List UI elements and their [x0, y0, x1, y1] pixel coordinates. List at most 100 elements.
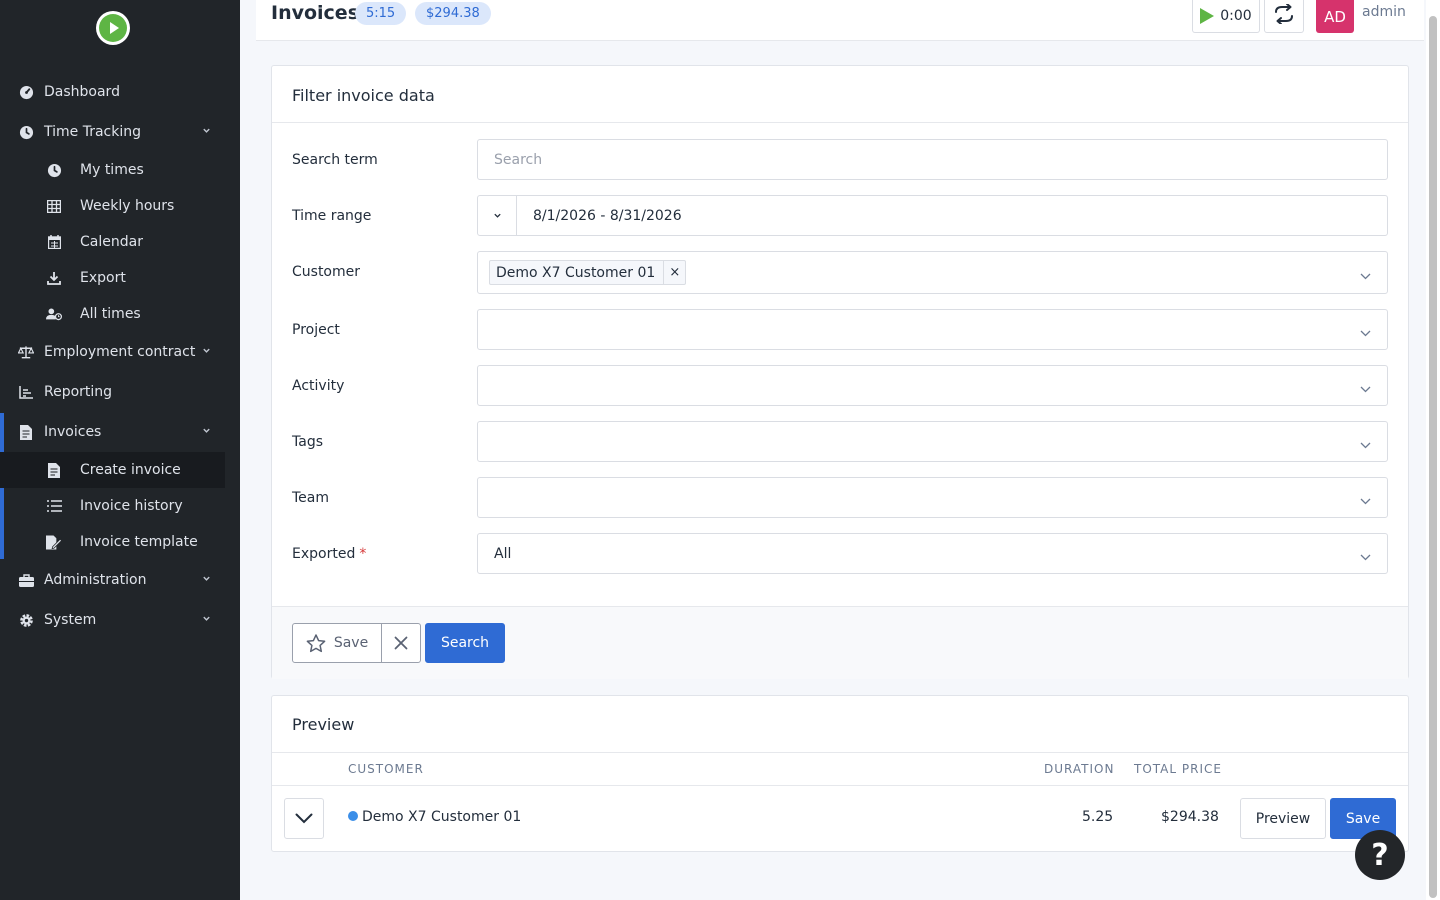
- sidebar-item-administration[interactable]: Administration: [0, 562, 225, 598]
- price-badge: $294.38: [415, 2, 491, 25]
- chevron-down-icon: [1360, 381, 1371, 392]
- sidebar-item-export[interactable]: Export: [0, 260, 225, 296]
- username[interactable]: admin: [1362, 4, 1406, 20]
- activity-label: Activity: [292, 378, 345, 394]
- sidebar-item-dashboard[interactable]: Dashboard: [0, 74, 225, 110]
- table-icon: [46, 198, 62, 214]
- chevron-down-icon: [202, 426, 211, 438]
- sidebar-item-invoice-history[interactable]: Invoice history: [0, 488, 225, 524]
- project-label: Project: [292, 322, 340, 338]
- sync-button[interactable]: [1264, 0, 1304, 33]
- chevron-down-icon: [202, 574, 211, 586]
- expand-row-button[interactable]: [284, 798, 324, 839]
- sidebar-item-calendar[interactable]: Calendar: [0, 224, 225, 260]
- sidebar: Dashboard Time Tracking My times Weekly …: [0, 0, 240, 900]
- preview-card-title: Preview: [292, 715, 355, 734]
- chevron-down-icon: [493, 208, 502, 224]
- download-icon: [46, 270, 62, 286]
- sidebar-item-system[interactable]: System: [0, 602, 225, 638]
- required-marker: *: [359, 546, 367, 562]
- chevron-down-icon: [295, 813, 313, 824]
- divider: [272, 785, 1408, 786]
- time-range-input[interactable]: 8/1/2026 - 8/31/2026: [533, 208, 682, 224]
- tags-label: Tags: [292, 434, 323, 450]
- search-input[interactable]: [478, 140, 1387, 179]
- file-icon: [46, 462, 62, 478]
- chevron-down-icon: [1360, 493, 1371, 504]
- customer-label: Customer: [292, 264, 361, 280]
- time-range-toggle[interactable]: [478, 196, 517, 235]
- scale-icon: [18, 344, 34, 360]
- chevron-down-icon: [202, 126, 211, 138]
- chevron-down-icon: [1360, 437, 1371, 448]
- chevron-down-icon: [1360, 325, 1371, 336]
- column-header-total-price: TOTAL PRICE: [1134, 762, 1222, 776]
- save-filter-button[interactable]: Save: [292, 623, 382, 663]
- customer-tag: Demo X7 Customer 01 ×: [489, 260, 687, 285]
- preview-button[interactable]: Preview: [1240, 798, 1326, 839]
- sidebar-item-invoice-template[interactable]: Invoice template: [0, 524, 225, 560]
- sidebar-item-employment-contract[interactable]: Employment contract: [0, 334, 225, 370]
- chevron-down-icon: [1360, 268, 1371, 279]
- column-header-duration: DURATION: [1044, 762, 1115, 776]
- avatar[interactable]: AD: [1316, 0, 1354, 33]
- activity-select[interactable]: [477, 365, 1388, 406]
- toolbox-icon: [18, 572, 34, 588]
- filter-card: Filter invoice data Search term Time ran…: [271, 65, 1409, 679]
- list-icon: [46, 498, 62, 514]
- file-edit-icon: [46, 534, 62, 550]
- search-field: [477, 139, 1388, 180]
- play-icon: [1200, 8, 1215, 24]
- sidebar-item-invoices[interactable]: Invoices: [0, 414, 225, 450]
- dashboard-icon: [18, 84, 34, 100]
- clock-icon: [46, 162, 62, 178]
- total-price-cell: $294.38: [1161, 809, 1219, 825]
- customer-cell: Demo X7 Customer 01: [348, 809, 521, 825]
- reset-filter-button[interactable]: [381, 623, 421, 663]
- gear-icon: [18, 612, 34, 628]
- duration-cell: 5.25: [1082, 809, 1114, 825]
- tags-select[interactable]: [477, 421, 1388, 462]
- exported-select[interactable]: All: [477, 533, 1388, 574]
- chevron-down-icon: [1360, 549, 1371, 560]
- time-range-label: Time range: [292, 208, 372, 224]
- preview-card: Preview CUSTOMER DURATION TOTAL PRICE De…: [271, 695, 1409, 852]
- sidebar-item-weekly-hours[interactable]: Weekly hours: [0, 188, 225, 224]
- project-select[interactable]: [477, 309, 1388, 350]
- time-range-field: 8/1/2026 - 8/31/2026: [477, 195, 1388, 236]
- customer-select[interactable]: Demo X7 Customer 01 ×: [477, 251, 1388, 294]
- sidebar-item-time-tracking[interactable]: Time Tracking: [0, 114, 225, 150]
- remove-tag-icon[interactable]: ×: [663, 261, 685, 284]
- sidebar-item-create-invoice[interactable]: Create invoice: [0, 452, 225, 488]
- duration-badge: 5:15: [355, 2, 407, 25]
- calendar-icon: [46, 234, 62, 250]
- sidebar-item-reporting[interactable]: Reporting: [0, 374, 225, 410]
- chart-icon: [18, 384, 34, 400]
- search-term-label: Search term: [292, 152, 378, 168]
- file-invoice-icon: [18, 424, 34, 440]
- exported-label: Exported *: [292, 546, 367, 562]
- star-icon: [306, 633, 326, 653]
- close-icon: [394, 636, 408, 650]
- refresh-icon: [1273, 3, 1295, 28]
- timer-button[interactable]: 0:00: [1192, 0, 1260, 33]
- search-button[interactable]: Search: [425, 623, 505, 663]
- chevron-down-icon: [202, 614, 211, 626]
- column-header-customer: CUSTOMER: [348, 762, 424, 776]
- team-select[interactable]: [477, 477, 1388, 518]
- page-title: Invoices: [271, 2, 360, 24]
- sidebar-item-all-times[interactable]: All times: [0, 296, 225, 332]
- app-logo[interactable]: [96, 11, 130, 45]
- help-button[interactable]: ?: [1355, 830, 1405, 880]
- team-label: Team: [292, 490, 330, 506]
- users-clock-icon: [46, 306, 62, 322]
- filter-footer: Save Search: [272, 606, 1408, 679]
- divider: [272, 752, 1408, 753]
- filter-card-title: Filter invoice data: [292, 86, 435, 105]
- sidebar-item-my-times[interactable]: My times: [0, 152, 225, 188]
- customer-color-dot: [348, 811, 358, 821]
- clock-icon: [18, 124, 34, 140]
- divider: [272, 122, 1408, 123]
- chevron-down-icon: [202, 346, 211, 358]
- scrollbar-thumb[interactable]: [1429, 16, 1437, 898]
